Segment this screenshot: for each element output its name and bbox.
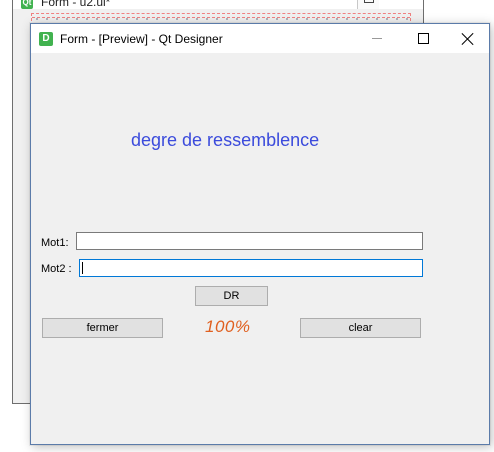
designer-window-title: Form - u2.ui* (41, 0, 111, 9)
close-icon (462, 33, 474, 45)
close-window-button[interactable] (445, 24, 491, 53)
form-client-area: degre de ressemblence Mot1: Mot2 : DR fe… (31, 53, 489, 444)
preview-titlebar[interactable]: D Form - [Preview] - Qt Designer (31, 24, 489, 53)
fermer-button[interactable]: fermer (42, 318, 163, 338)
maximize-icon (417, 33, 429, 44)
word1-input[interactable] (76, 232, 423, 250)
similarity-heading: degre de ressemblence (131, 130, 320, 150)
preview-window-title: Form - [Preview] - Qt Designer (60, 32, 223, 46)
designer-titlebar: Qt Form - u2.ui* (13, 0, 423, 9)
preview-window: D Form - [Preview] - Qt Designer degre d… (30, 23, 490, 445)
clear-button[interactable]: clear (300, 318, 421, 338)
dr-button[interactable]: DR (195, 286, 268, 306)
qt-designer-app-icon: D (39, 32, 53, 46)
minimize-icon (372, 38, 382, 39)
similarity-result: 100% (205, 317, 251, 336)
word1-label: Mot1: (41, 237, 69, 249)
designer-restore-icon[interactable] (357, 0, 379, 9)
qt-logo-icon: Qt (21, 0, 33, 9)
minimize-button[interactable] (354, 24, 400, 53)
word2-label: Mot2 : (41, 263, 72, 275)
maximize-button[interactable] (400, 24, 446, 53)
text-caret (82, 262, 83, 274)
word2-input[interactable] (79, 259, 423, 277)
designer-form-guide (32, 14, 410, 18)
